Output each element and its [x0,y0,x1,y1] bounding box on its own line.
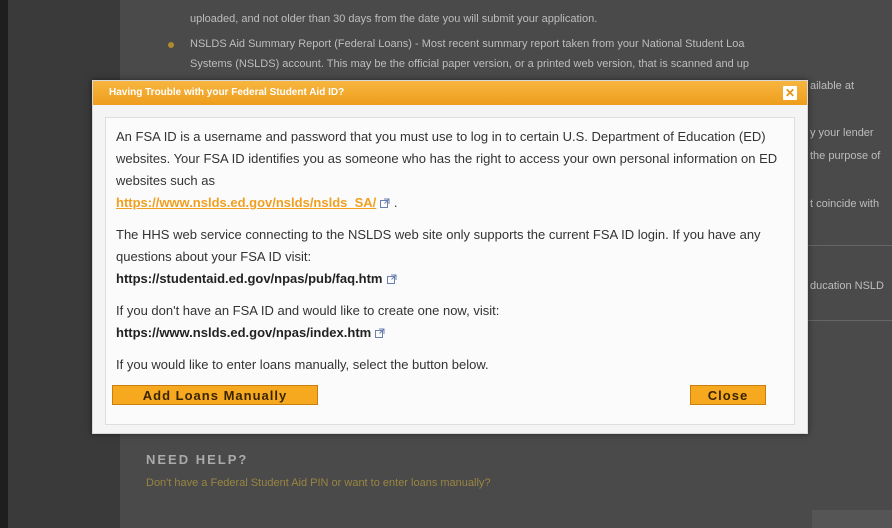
dialog-header: Having Trouble with your Federal Student… [93,81,807,105]
paragraph-text: If you don't have an FSA ID and would li… [116,303,500,318]
dialog-title: Having Trouble with your Federal Student… [109,87,345,98]
fsa-id-trouble-dialog: Having Trouble with your Federal Student… [92,80,808,434]
page-left-bar [0,0,8,528]
manual-entry-paragraph: If you would like to enter loans manuall… [116,357,489,372]
bg-text-line: NSLDS Aid Summary Report (Federal Loans)… [190,38,745,50]
nslds-sa-link[interactable]: https://www.nslds.ed.gov/nslds/nslds_SA/ [116,195,376,210]
external-link-icon [375,328,385,338]
create-fsa-paragraph: If you don't have an FSA ID and would li… [116,300,784,344]
bg-text-fragment: t coincide with [810,198,880,210]
add-loans-manually-button[interactable]: Add Loans Manually [112,385,318,405]
external-link-icon [386,274,396,284]
need-help-link[interactable]: Don't have a Federal Student Aid PIN or … [146,477,491,489]
fsa-description-paragraph: An FSA ID is a username and password tha… [116,126,784,214]
paragraph-text: The HHS web service connecting to the NS… [116,227,761,264]
paragraph-end: . [393,195,398,210]
bg-divider [806,320,892,321]
paragraph-text: An FSA ID is a username and password tha… [116,129,778,188]
bg-divider [806,245,892,246]
hhs-service-paragraph: The HHS web service connecting to the NS… [116,224,784,290]
bg-text-fragment: y your lender [810,127,874,139]
bg-bullet [168,42,174,48]
bg-text-fragment: the purpose of [810,150,881,162]
bg-text-fragment: ducation NSLD [810,280,884,292]
faq-link[interactable]: https://studentaid.ed.gov/npas/pub/faq.h… [116,271,383,286]
bg-text-fragment: ailable at [810,80,855,92]
external-link-icon [380,198,390,208]
bg-corner-button [812,510,892,528]
need-help-heading: NEED HELP? [146,452,249,467]
bg-text-line: uploaded, and not older than 30 days fro… [190,13,598,25]
dialog-body: An FSA ID is a username and password tha… [105,117,795,425]
close-icon[interactable]: ✕ [783,86,797,100]
npas-index-link[interactable]: https://www.nslds.ed.gov/npas/index.htm [116,325,371,340]
bg-text-line: Systems (NSLDS) account. This may be the… [190,58,750,70]
close-button[interactable]: Close [690,385,766,405]
